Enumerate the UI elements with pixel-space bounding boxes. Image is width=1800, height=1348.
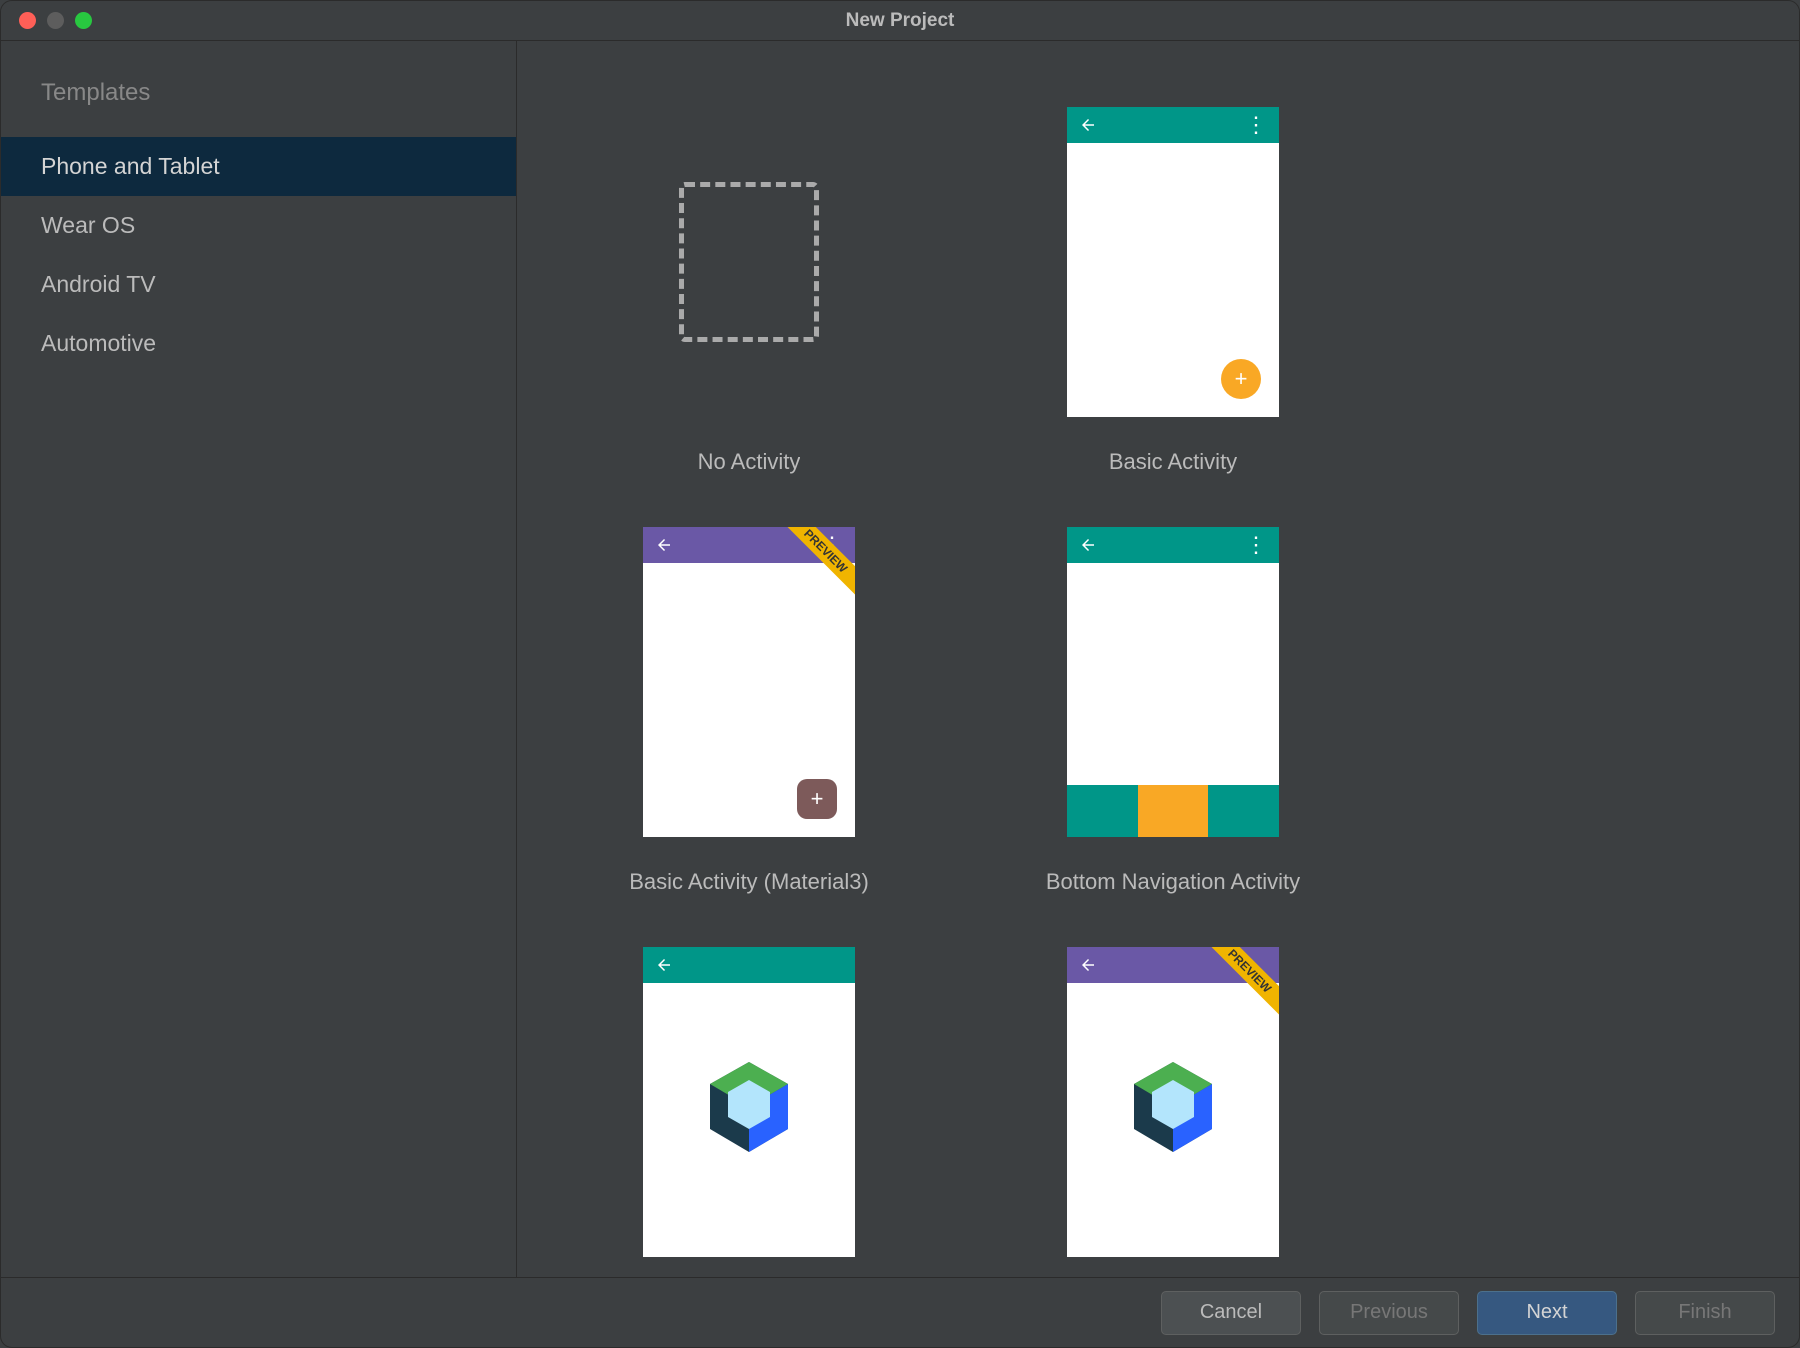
sidebar-item-label: Wear OS (41, 212, 135, 238)
fab-icon: + (797, 779, 837, 819)
templates-grid: No Activity ⋮ + Basic Activity ⋮ (517, 41, 1799, 1277)
back-arrow-icon (1079, 536, 1097, 554)
sidebar-item-android-tv[interactable]: Android TV (1, 255, 516, 314)
bottom-nav-bar (1067, 785, 1279, 837)
compose-cube-icon (710, 1062, 788, 1152)
template-basic-activity-material3[interactable]: ⋮ PREVIEW + Basic Activity (Material3) (537, 501, 961, 921)
new-project-window: New Project Templates Phone and Tablet W… (0, 0, 1800, 1348)
appbar (643, 947, 855, 983)
cancel-button[interactable]: Cancel (1161, 1291, 1301, 1335)
close-window-button[interactable] (19, 12, 36, 29)
sidebar: Templates Phone and Tablet Wear OS Andro… (1, 41, 517, 1277)
sidebar-item-label: Automotive (41, 330, 156, 356)
back-arrow-icon (1079, 116, 1097, 134)
template-thumbnail: ⋮ PREVIEW + (643, 527, 855, 837)
button-label: Previous (1350, 1301, 1428, 1324)
sidebar-item-phone-tablet[interactable]: Phone and Tablet (1, 137, 516, 196)
template-label: Bottom Navigation Activity (1046, 869, 1300, 895)
template-thumbnail: PREVIEW (1067, 947, 1279, 1257)
template-empty-compose-activity[interactable]: Empty Compose Activity (537, 921, 961, 1277)
template-thumbnail: ⋮ (1067, 527, 1279, 837)
template-basic-activity[interactable]: ⋮ + Basic Activity (961, 81, 1385, 501)
window-title: New Project (846, 10, 955, 32)
template-label: Basic Activity (1109, 449, 1237, 475)
button-label: Next (1526, 1301, 1567, 1324)
template-empty-compose-activity-material3[interactable]: PREVIEW Empty Compose Activity (Material… (961, 921, 1385, 1277)
minimize-window-button[interactable] (47, 12, 64, 29)
dialog-body: Templates Phone and Tablet Wear OS Andro… (1, 41, 1799, 1277)
back-arrow-icon (1079, 956, 1097, 974)
button-label: Cancel (1200, 1301, 1262, 1324)
template-label: Basic Activity (Material3) (629, 869, 869, 895)
template-label: No Activity (698, 449, 801, 475)
back-arrow-icon (655, 536, 673, 554)
previous-button[interactable]: Previous (1319, 1291, 1459, 1335)
compose-cube-icon (1134, 1062, 1212, 1152)
overflow-menu-icon: ⋮ (1245, 120, 1267, 130)
template-thumbnail (643, 947, 855, 1257)
back-arrow-icon (655, 956, 673, 974)
traffic-lights (1, 12, 92, 29)
sidebar-heading: Templates (1, 79, 516, 137)
titlebar: New Project (1, 1, 1799, 41)
sidebar-item-wear-os[interactable]: Wear OS (1, 196, 516, 255)
template-thumbnail (643, 107, 855, 417)
template-no-activity[interactable]: No Activity (537, 81, 961, 501)
overflow-menu-icon: ⋮ (1245, 540, 1267, 550)
maximize-window-button[interactable] (75, 12, 92, 29)
next-button[interactable]: Next (1477, 1291, 1617, 1335)
sidebar-item-label: Phone and Tablet (41, 153, 220, 179)
template-thumbnail: ⋮ + (1067, 107, 1279, 417)
appbar: ⋮ (1067, 527, 1279, 563)
dashed-rectangle-icon (679, 182, 819, 342)
finish-button[interactable]: Finish (1635, 1291, 1775, 1335)
appbar: ⋮ (1067, 107, 1279, 143)
sidebar-item-label: Android TV (41, 271, 156, 297)
button-label: Finish (1678, 1301, 1731, 1324)
template-bottom-navigation-activity[interactable]: ⋮ Bottom Navigation Activity (961, 501, 1385, 921)
wizard-button-bar: Cancel Previous Next Finish (1, 1277, 1799, 1347)
sidebar-item-automotive[interactable]: Automotive (1, 314, 516, 373)
fab-icon: + (1221, 359, 1261, 399)
